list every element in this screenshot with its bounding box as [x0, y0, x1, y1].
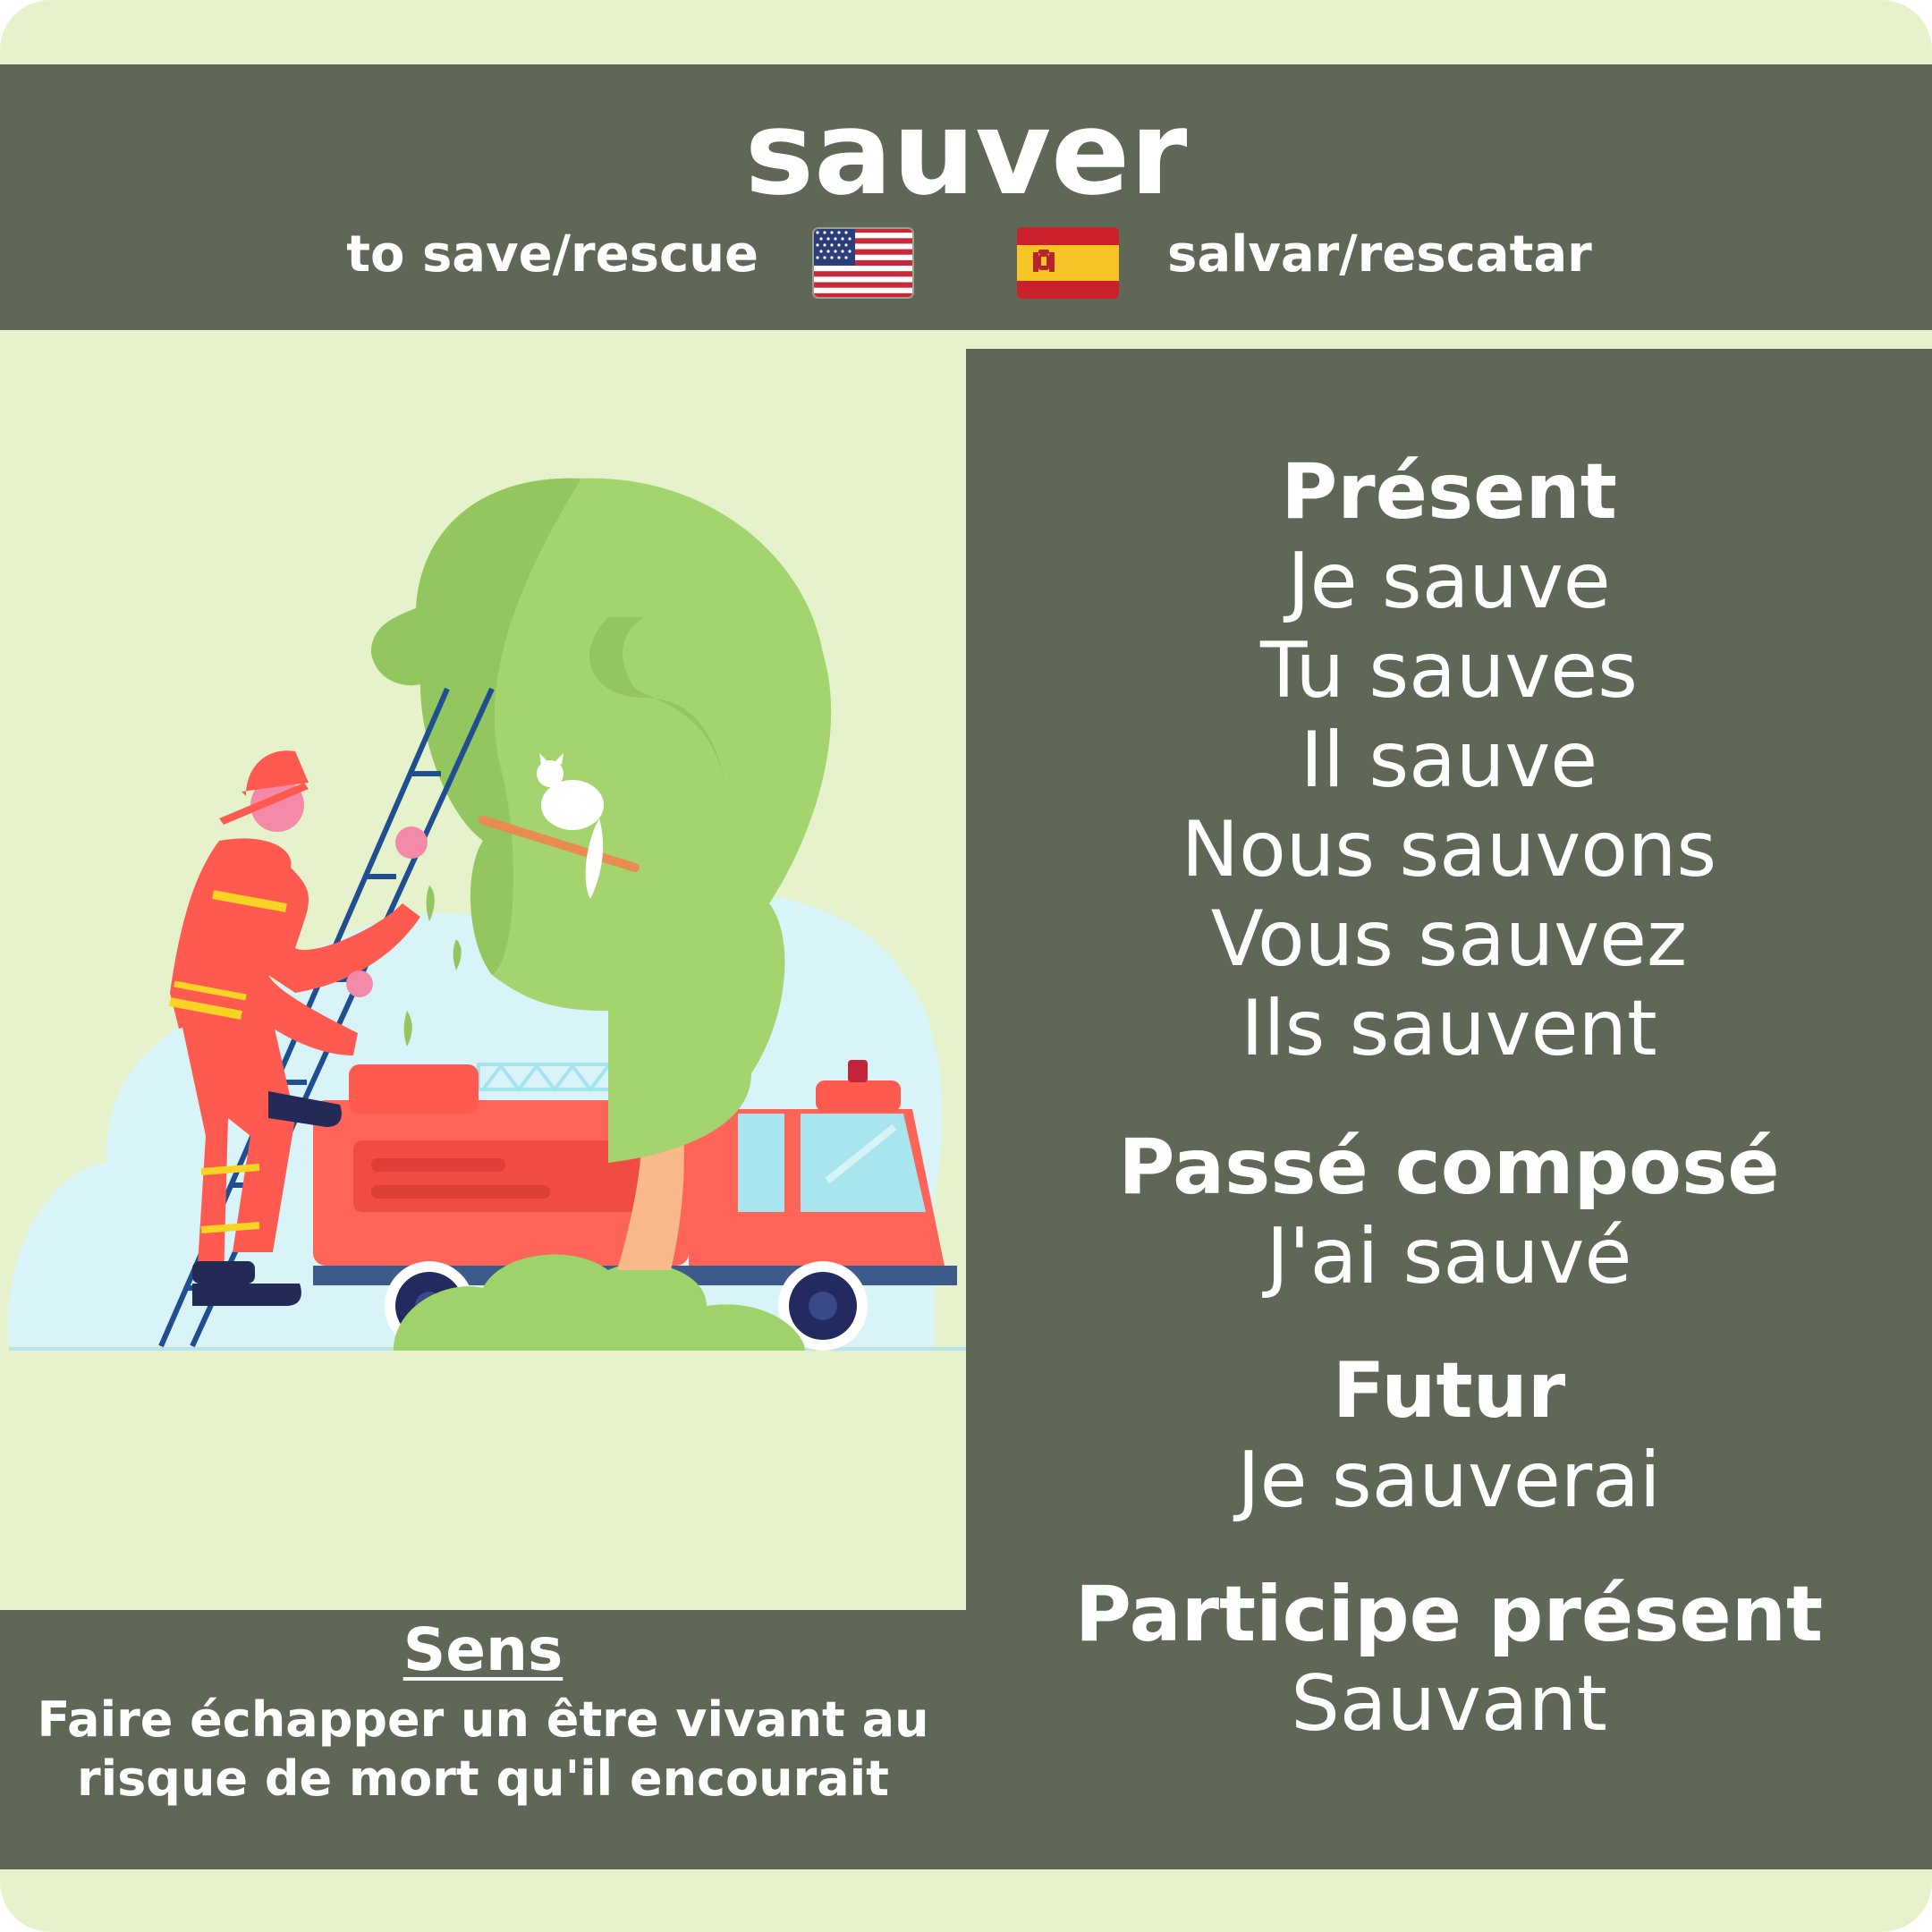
- header-banner: sauver to save/rescue salvar/rescatar: [0, 64, 1932, 330]
- participe-present-form: Sauvant: [1291, 1659, 1607, 1749]
- verb-title: sauver: [744, 85, 1188, 221]
- meaning-definition: Faire échapper un être vivant au risque …: [0, 1690, 966, 1809]
- futur-label: Futur: [1332, 1346, 1566, 1436]
- present-label: Présent: [1281, 447, 1617, 537]
- futur-block: Futur Je sauverai: [966, 1346, 1932, 1525]
- firefighter-rescuing-cat-illustration: [7, 478, 966, 1351]
- present-block: Présent Je sauve Tu sauves Il sauve Nous…: [966, 447, 1932, 1073]
- participe-present-label: Participe présent: [1074, 1570, 1824, 1659]
- meaning-line-2: risque de mort qu'il encourait: [77, 1750, 889, 1807]
- meaning-label: Sens: [402, 1615, 564, 1684]
- meaning-line-1: Faire échapper un être vivant au: [37, 1691, 929, 1748]
- present-form-1: Je sauve: [1287, 537, 1611, 626]
- futur-form: Je sauverai: [1237, 1436, 1661, 1525]
- passe-compose-block: Passé composé J'ai sauvé: [966, 1123, 1932, 1301]
- us-flag-icon: [812, 227, 914, 299]
- present-form-3: Il sauve: [1300, 716, 1598, 805]
- present-form-6: Ils sauvent: [1241, 984, 1657, 1073]
- present-form-2: Tu sauves: [1260, 626, 1638, 716]
- present-form-5: Vous sauvez: [1210, 894, 1688, 984]
- participe-present-block: Participe présent Sauvant: [966, 1570, 1932, 1749]
- spanish-translation: salvar/rescatar: [1167, 225, 1592, 284]
- spain-flag-icon: [1017, 227, 1119, 299]
- passe-compose-label: Passé composé: [1118, 1123, 1780, 1212]
- verb-card: sauver to save/rescue salvar/rescatar Pr…: [0, 0, 1932, 1932]
- english-translation: to save/rescue: [346, 225, 758, 284]
- passe-compose-form: J'ai sauvé: [1266, 1212, 1632, 1301]
- present-form-4: Nous sauvons: [1181, 805, 1717, 894]
